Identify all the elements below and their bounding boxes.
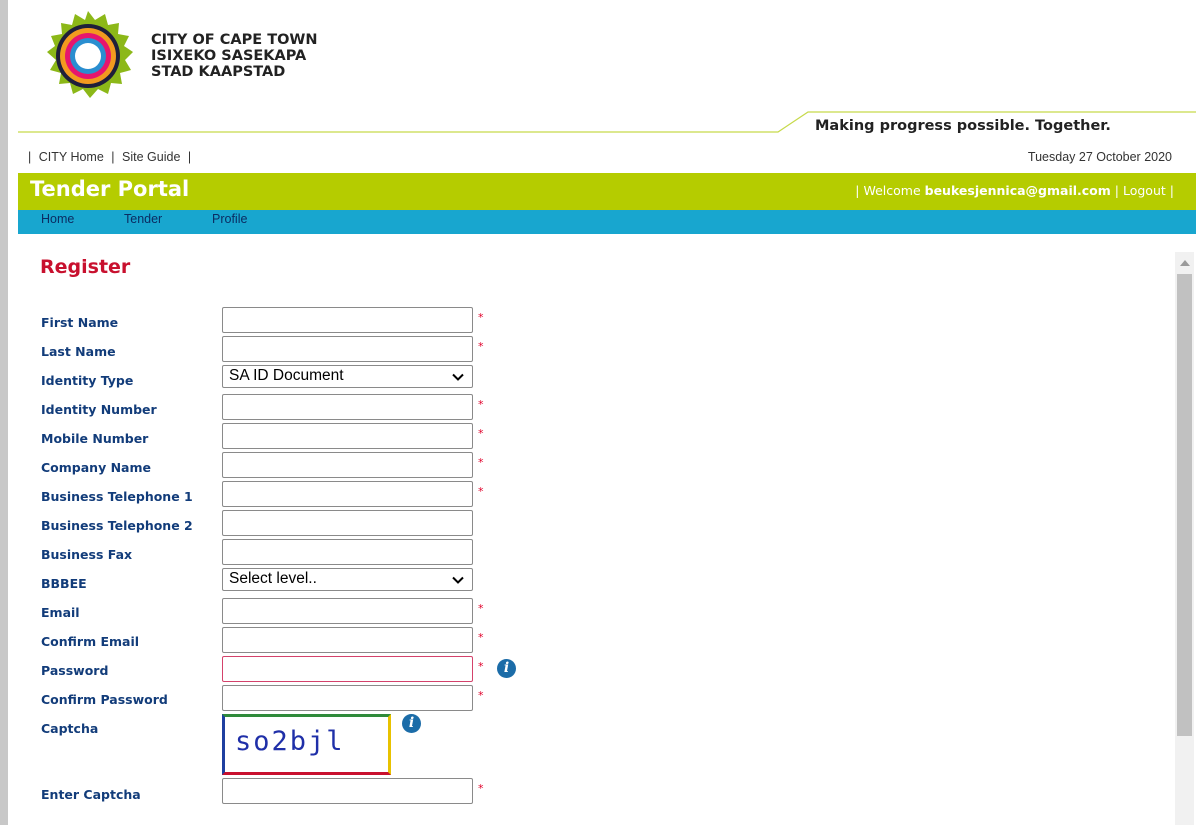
user-email: beukesjennica@gmail.com	[924, 183, 1111, 198]
city-logo-icon	[47, 11, 133, 98]
captcha-label: Captcha	[41, 721, 99, 736]
required-marker: *	[478, 602, 484, 615]
identity-number-input[interactable]	[222, 394, 473, 420]
identity-type-select[interactable]: SA ID Document	[222, 365, 473, 388]
nav-tender[interactable]: Tender	[124, 212, 162, 226]
required-marker: *	[478, 631, 484, 644]
required-marker: *	[478, 427, 484, 440]
util-nav-separator: |	[28, 150, 32, 164]
required-marker: *	[478, 398, 484, 411]
last-name-input[interactable]	[222, 336, 473, 362]
site-guide-link[interactable]: Site Guide	[122, 150, 180, 164]
org-name-line-2: ISIXEKO SASEKAPA	[151, 48, 307, 64]
page-title: Register	[40, 256, 131, 278]
scroll-up-arrow-icon[interactable]	[1180, 260, 1190, 266]
confirm-password-label: Confirm Password	[41, 692, 168, 707]
required-marker: *	[478, 782, 484, 795]
business-telephone-1-input[interactable]	[222, 481, 473, 507]
main-nav: Home Tender Profile	[18, 210, 1196, 234]
mobile-number-label: Mobile Number	[41, 431, 149, 446]
nav-profile[interactable]: Profile	[212, 212, 247, 226]
enter-captcha-input[interactable]	[222, 778, 473, 804]
password-input[interactable]	[222, 656, 473, 682]
bbbee-label: BBBEE	[41, 576, 87, 591]
required-marker: *	[478, 311, 484, 324]
confirm-email-label: Confirm Email	[41, 634, 140, 649]
portal-header-bar: Tender Portal | Welcome beukesjennica@gm…	[18, 173, 1196, 210]
page: CITY OF CAPE TOWN ISIXEKO SASEKAPA STAD …	[18, 0, 1196, 825]
required-marker: *	[478, 689, 484, 702]
enter-captcha-label: Enter Captcha	[41, 787, 141, 802]
welcome-separator: |	[1114, 183, 1119, 198]
welcome-area: | Welcome beukesjennica@gmail.com | Logo…	[855, 183, 1174, 198]
identity-number-label: Identity Number	[41, 402, 157, 417]
nav-home[interactable]: Home	[41, 212, 74, 226]
register-form: Register First Name * Last Name * Identi…	[18, 234, 1178, 825]
confirm-email-input[interactable]	[222, 627, 473, 653]
welcome-separator: |	[1169, 183, 1174, 198]
required-marker: *	[478, 340, 484, 353]
welcome-prefix: | Welcome	[855, 183, 921, 198]
captcha-text: so2bjl	[235, 726, 345, 757]
last-name-label: Last Name	[41, 344, 116, 359]
portal-title: Tender Portal	[30, 177, 190, 201]
org-name-line-1: CITY OF CAPE TOWN	[151, 32, 318, 48]
mobile-number-input[interactable]	[222, 423, 473, 449]
business-fax-input[interactable]	[222, 539, 473, 565]
tagline: Making progress possible. Together.	[815, 118, 1111, 134]
current-date: Tuesday 27 October 2020	[1027, 150, 1172, 164]
company-name-input[interactable]	[222, 452, 473, 478]
chevron-down-icon	[452, 373, 464, 381]
util-nav-separator: |	[111, 150, 115, 164]
identity-type-value: SA ID Document	[229, 367, 344, 384]
util-nav-separator: |	[187, 150, 192, 164]
confirm-password-input[interactable]	[222, 685, 473, 711]
email-input[interactable]	[222, 598, 473, 624]
window-left-edge	[0, 0, 8, 825]
password-label: Password	[41, 663, 109, 678]
required-marker: *	[478, 660, 484, 673]
captcha-info-icon[interactable]: i	[402, 714, 421, 733]
scrollbar-thumb[interactable]	[1177, 274, 1192, 736]
city-home-link[interactable]: CITY Home	[39, 150, 104, 164]
business-fax-label: Business Fax	[41, 547, 133, 562]
business-telephone-2-label: Business Telephone 2	[41, 518, 193, 533]
business-telephone-2-input[interactable]	[222, 510, 473, 536]
org-name-line-3: STAD KAAPSTAD	[151, 64, 286, 80]
utility-nav: | CITY Home | Site Guide |	[28, 150, 195, 164]
logout-link[interactable]: Logout	[1123, 183, 1166, 198]
first-name-label: First Name	[41, 315, 119, 330]
vertical-scrollbar[interactable]	[1175, 252, 1194, 825]
identity-type-label: Identity Type	[41, 373, 134, 388]
business-telephone-1-label: Business Telephone 1	[41, 489, 193, 504]
email-label: Email	[41, 605, 80, 620]
password-info-icon[interactable]: i	[497, 659, 516, 678]
first-name-input[interactable]	[222, 307, 473, 333]
bbbee-value: Select level..	[229, 570, 317, 587]
organization-name: CITY OF CAPE TOWN ISIXEKO SASEKAPA STAD …	[151, 32, 318, 80]
chevron-down-icon	[452, 576, 464, 584]
required-marker: *	[478, 485, 484, 498]
captcha-image: so2bjl	[222, 714, 391, 775]
required-marker: *	[478, 456, 484, 469]
company-name-label: Company Name	[41, 460, 151, 475]
bbbee-select[interactable]: Select level..	[222, 568, 473, 591]
